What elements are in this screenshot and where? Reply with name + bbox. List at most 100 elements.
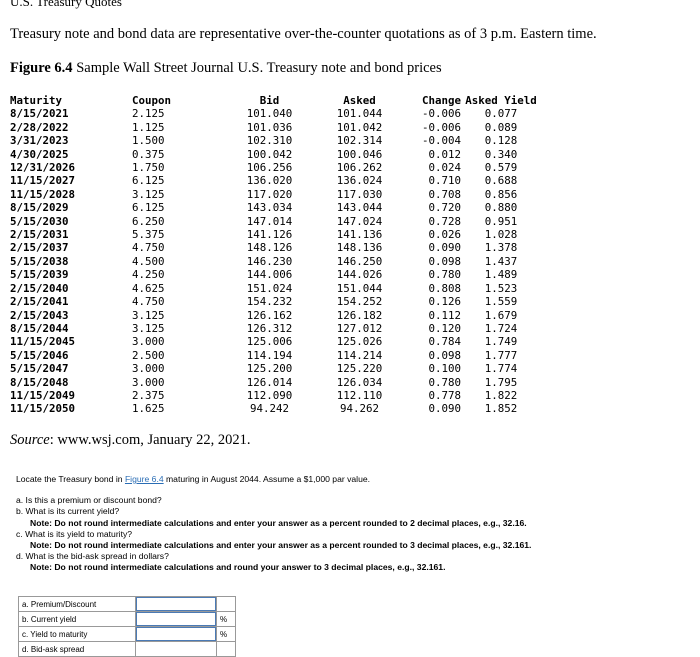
table-row: 5/15/2030 6.250 147.014 147.024 0.728 0.951 (10, 215, 541, 228)
cell-change: 0.012 (428, 147, 461, 161)
question-item: c. What is its yield to maturity? (16, 528, 133, 539)
cell-bid: 101.040 (246, 107, 293, 121)
cell-coupon: 4.750 (132, 241, 165, 255)
table-row: 11/15/2028 3.125 117.020 117.030 0.708 0.856 (10, 188, 541, 201)
cell-bid: 143.034 (246, 201, 293, 215)
treasury-quotes-table: Maturity Coupon Bid Asked Change Asked Y… (10, 94, 541, 416)
cell-bid: 106.256 (246, 161, 293, 175)
cell-asked: 143.044 (336, 201, 383, 215)
cell-maturity: 11/15/2050 (10, 402, 76, 416)
figure-link[interactable]: Figure 6.4 (125, 474, 164, 484)
cell-asked: 147.024 (336, 214, 383, 228)
cell-asked-yield: 0.340 (484, 147, 518, 161)
cell-maturity: 8/15/2029 (10, 201, 69, 215)
answer-input[interactable] (136, 612, 216, 626)
cell-maturity: 5/15/2046 (10, 348, 69, 362)
cell-maturity: 4/30/2025 (10, 147, 69, 161)
cell-asked: 101.044 (336, 107, 383, 121)
answer-label: b. Current yield (18, 611, 136, 627)
answer-row: b. Current yield% (18, 611, 236, 627)
answer-input[interactable] (136, 627, 216, 641)
cell-change: 0.780 (428, 268, 461, 282)
cell-change: 0.784 (428, 335, 461, 349)
table-body: 8/15/2021 2.125 101.040 101.044 -0.006 0.077 2… (10, 107, 541, 415)
cell-bid: 101.036 (246, 120, 293, 134)
cell-change: 0.126 (428, 295, 461, 309)
question-lead-text: Locate the Treasury bond in (16, 474, 125, 484)
cell-asked-yield: 0.128 (484, 134, 518, 148)
cell-bid: 125.200 (246, 362, 293, 376)
cell-maturity: 5/15/2030 (10, 214, 69, 228)
figure-title: Sample Wall Street Journal U.S. Treasury… (72, 60, 442, 76)
cell-asked: 117.030 (336, 187, 383, 201)
answer-unit (216, 641, 236, 657)
cell-bid: 136.020 (246, 174, 293, 188)
answer-unit: % (216, 626, 236, 642)
cell-asked-yield: 1.489 (484, 268, 518, 282)
cell-asked-yield: 1.679 (484, 308, 518, 322)
answer-row: c. Yield to maturity% (18, 626, 236, 642)
answer-input-cell (135, 626, 217, 642)
answer-input-cell (135, 596, 217, 612)
cell-bid: 154.232 (246, 295, 293, 309)
question-note: Note: Do not round intermediate calculat… (30, 517, 527, 528)
cell-coupon: 1.625 (132, 402, 165, 416)
cell-maturity: 2/15/2031 (10, 228, 69, 242)
cell-change: 0.024 (428, 161, 461, 175)
answer-row: a. Premium/Discount (18, 596, 236, 612)
table-row: 8/15/2048 3.000 126.014 126.034 0.780 1.795 (10, 376, 541, 389)
table-row: 2/15/2041 4.750 154.232 154.252 0.126 1.559 (10, 295, 541, 308)
cell-maturity: 2/15/2037 (10, 241, 69, 255)
cell-asked-yield: 1.724 (484, 321, 518, 335)
cell-coupon: 2.500 (132, 348, 165, 362)
cell-asked-yield: 1.774 (484, 362, 518, 376)
question-lead: Locate the Treasury bond in Figure 6.4 m… (16, 474, 686, 485)
cell-coupon: 6.250 (132, 214, 165, 228)
table-row: 2/28/2022 1.125 101.036 101.042 -0.006 0.089 (10, 121, 541, 134)
cell-maturity: 11/15/2028 (10, 187, 76, 201)
figure-label: Figure 6.4 (10, 60, 73, 76)
cell-maturity: 5/15/2039 (10, 268, 69, 282)
answer-unit (216, 596, 236, 612)
cell-asked: 94.262 (339, 402, 379, 416)
page-header-title: U.S. Treasury Quotes (10, 0, 122, 9)
cell-coupon: 4.500 (132, 254, 165, 268)
cell-maturity: 8/15/2048 (10, 375, 69, 389)
source-line: Source: www.wsj.com, January 22, 2021. (10, 432, 251, 449)
cell-bid: 141.126 (246, 228, 293, 242)
table-row: 5/15/2047 3.000 125.200 125.220 0.100 1.774 (10, 362, 541, 375)
answer-label: d. Bid-ask spread (18, 641, 136, 657)
cell-coupon: 4.625 (132, 281, 165, 295)
table-row: 11/15/2045 3.000 125.006 125.026 0.784 1.749 (10, 335, 541, 348)
cell-asked-yield: 1.795 (484, 375, 518, 389)
cell-bid: 148.126 (246, 241, 293, 255)
cell-asked: 146.250 (336, 254, 383, 268)
cell-bid: 94.242 (249, 402, 289, 416)
cell-maturity: 11/15/2049 (10, 388, 76, 402)
answer-input[interactable] (136, 597, 216, 611)
cell-change: 0.100 (428, 362, 461, 376)
cell-bid: 102.310 (246, 134, 293, 148)
cell-maturity: 8/15/2044 (10, 321, 69, 335)
cell-asked: 126.182 (336, 308, 383, 322)
cell-asked: 154.252 (336, 295, 383, 309)
cell-asked-yield: 1.437 (484, 254, 518, 268)
cell-coupon: 3.125 (132, 308, 165, 322)
cell-maturity: 2/28/2022 (10, 120, 69, 134)
col-header-asked-yield: Asked Yield (465, 94, 537, 107)
cell-bid: 126.014 (246, 375, 293, 389)
cell-asked-yield: 0.077 (484, 107, 518, 121)
question-item: b. What is its current yield? (16, 506, 120, 517)
question-item: d. What is the bid-ask spread in dollars… (16, 551, 169, 562)
cell-asked: 141.136 (336, 228, 383, 242)
figure-caption: Figure 6.4 Sample Wall Street Journal U.… (10, 60, 442, 77)
cell-maturity: 11/15/2027 (10, 174, 76, 188)
cell-bid: 114.194 (246, 348, 293, 362)
cell-maturity: 2/15/2043 (10, 308, 69, 322)
table-row: 8/15/2044 3.125 126.312 127.012 0.120 1.724 (10, 322, 541, 335)
cell-asked: 101.042 (336, 120, 383, 134)
cell-asked-yield: 1.523 (484, 281, 518, 295)
cell-coupon: 3.000 (132, 375, 165, 389)
cell-bid: 126.162 (246, 308, 293, 322)
cell-asked-yield: 0.688 (484, 174, 518, 188)
